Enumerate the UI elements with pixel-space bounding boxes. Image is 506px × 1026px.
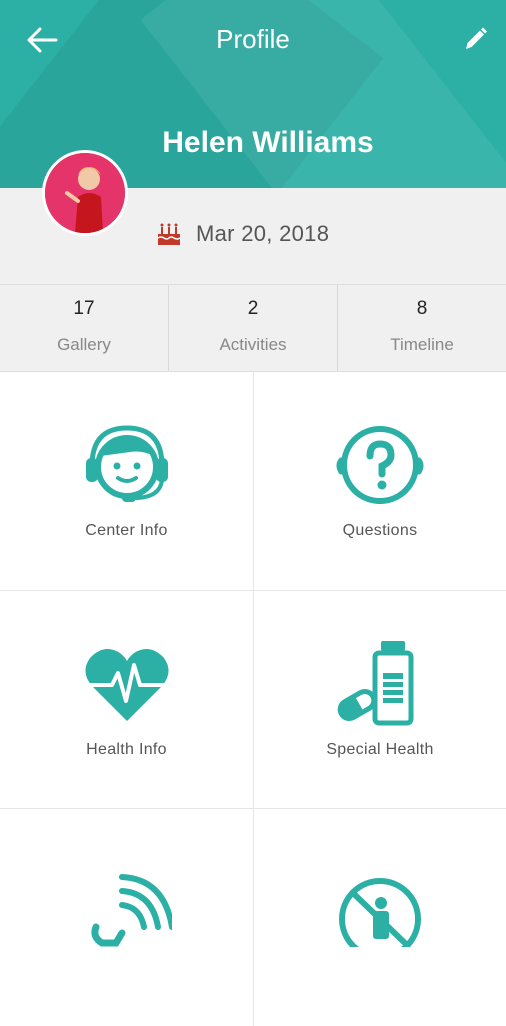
question-head-icon [336, 426, 424, 504]
pencil-icon [466, 27, 487, 49]
stat-label: Activities [219, 335, 287, 354]
stat-activities[interactable]: 2 Activities [168, 285, 337, 371]
birthday-row: Mar 20, 2018 [156, 220, 329, 248]
stats-bar: 17 Gallery 2 Activities 8 Timeline [0, 284, 506, 372]
menu-item-health-info[interactable]: Health Info [0, 590, 253, 808]
avatar[interactable] [42, 150, 128, 236]
medicine-bottle-icon [337, 641, 414, 726]
page-title: Profile [216, 24, 290, 54]
stat-count: 2 [247, 298, 259, 319]
stat-label: Timeline [390, 335, 454, 354]
birth-date: Mar 20, 2018 [196, 221, 330, 246]
menu-item-label: Special Health [326, 741, 434, 758]
stat-count: 17 [73, 298, 95, 319]
phone-call-icon [90, 874, 172, 947]
menu-grid: Center Info Questions Health Info Specia… [0, 372, 506, 1026]
menu-item-special-health[interactable]: Special Health [253, 590, 506, 808]
menu-item-label: Health Info [86, 741, 167, 758]
stat-gallery[interactable]: 17 Gallery [0, 285, 168, 371]
stat-label: Gallery [57, 335, 111, 354]
menu-item-questions[interactable]: Questions [253, 372, 506, 590]
menu-item-label: Center Info [85, 522, 168, 539]
menu-item-label: Questions [342, 522, 418, 539]
birthday-cake-icon [157, 223, 181, 245]
edit-button[interactable] [456, 22, 492, 58]
headset-icon [85, 425, 168, 502]
menu-item-restricted[interactable] [253, 808, 506, 1026]
menu-item-center-info[interactable]: Center Info [0, 372, 253, 590]
child-photo [45, 153, 125, 233]
no-person-icon [339, 878, 421, 947]
heartbeat-icon [84, 649, 169, 721]
menu-item-contact[interactable] [0, 808, 253, 1026]
stat-timeline[interactable]: 8 Timeline [337, 285, 506, 371]
stat-count: 8 [416, 298, 428, 319]
